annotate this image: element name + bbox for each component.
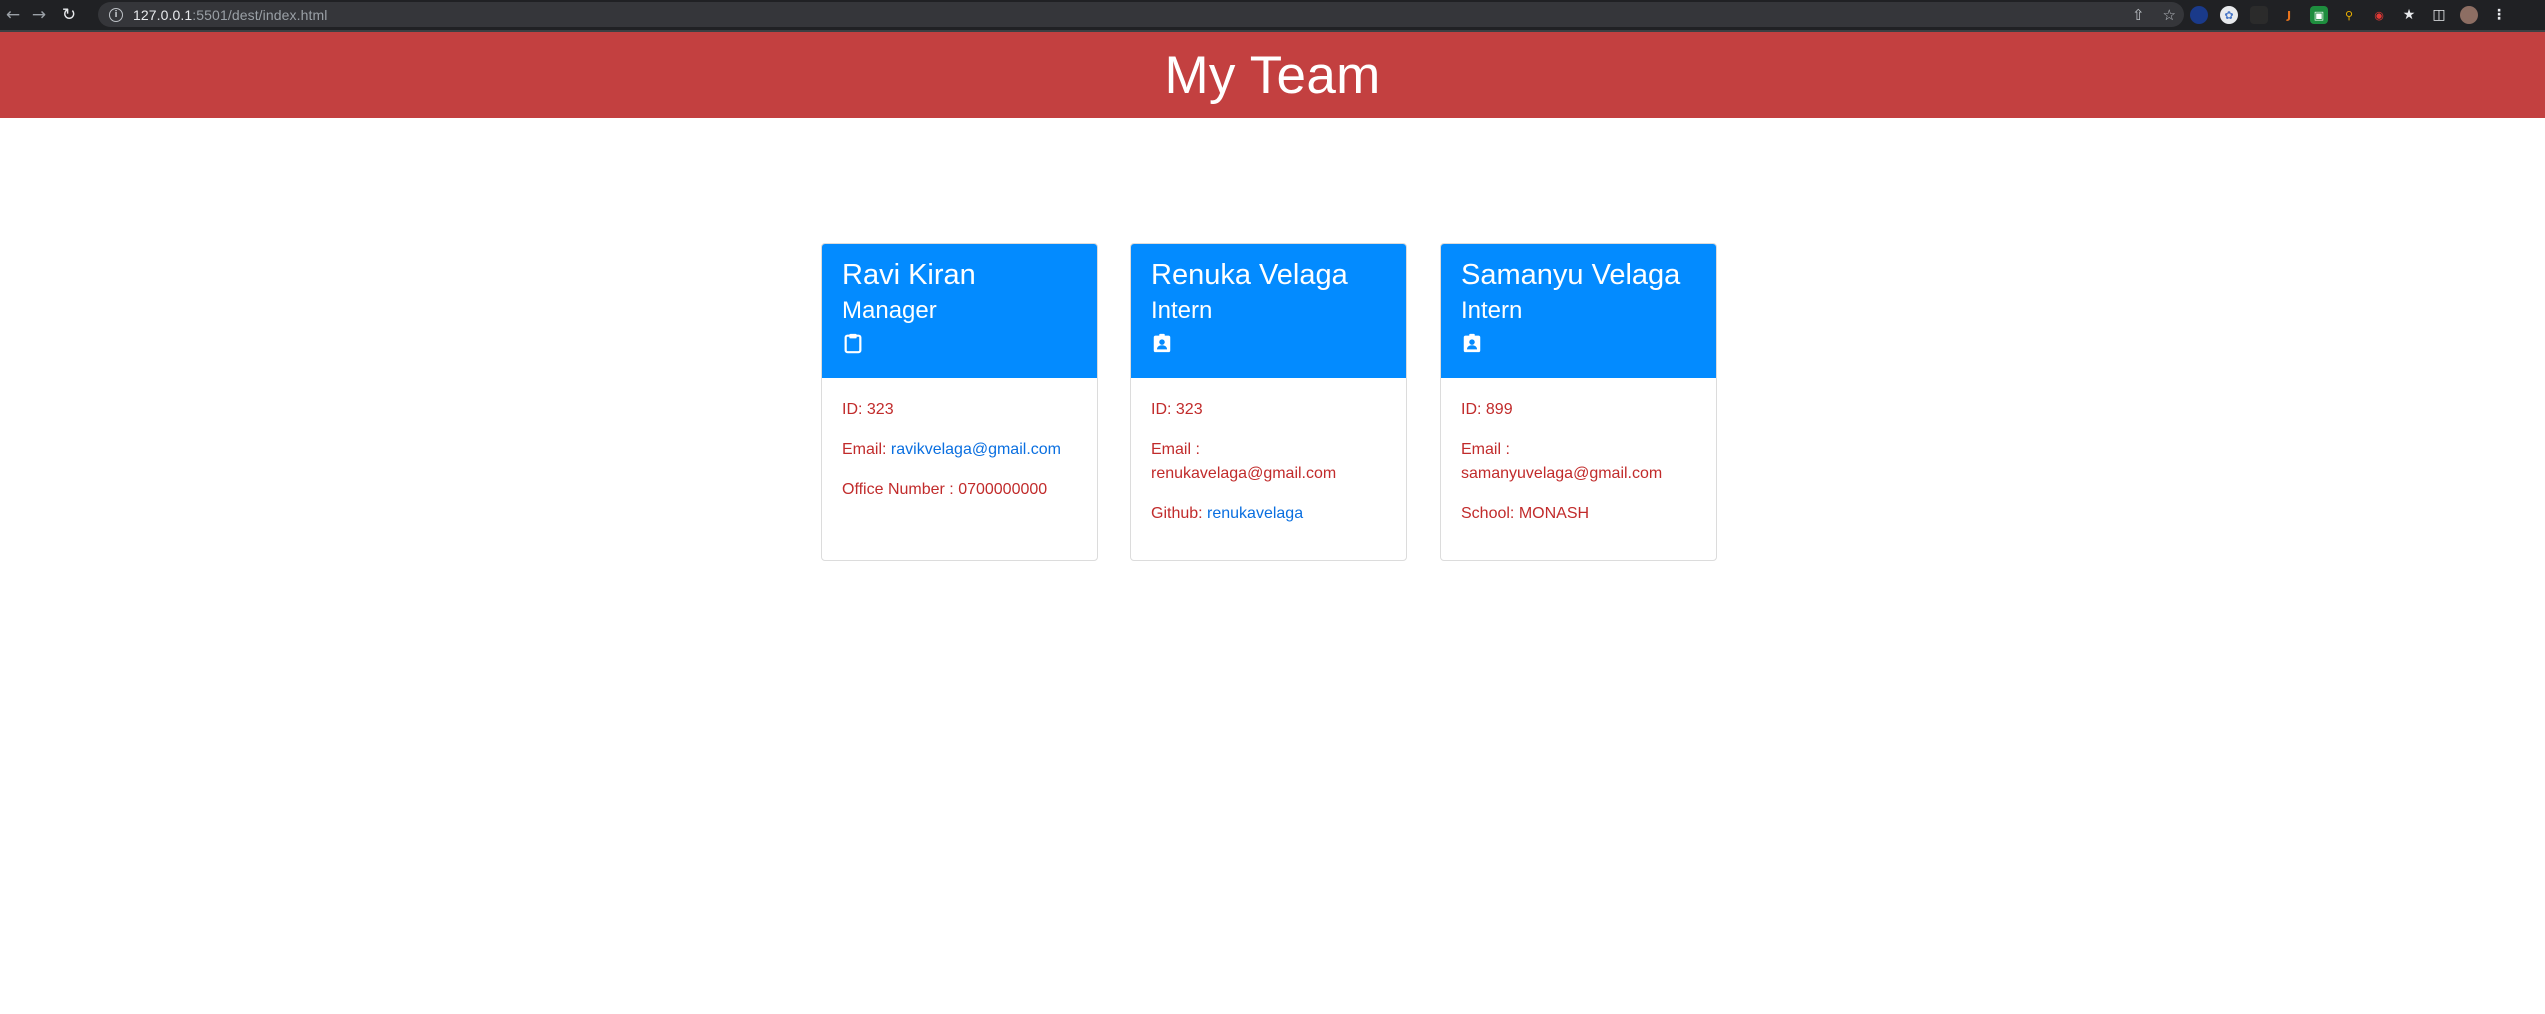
site-info-icon[interactable]: i [109, 7, 123, 22]
card-header: Ravi Kiran Manager [822, 244, 1097, 378]
employee-role: Manager [842, 297, 937, 324]
url-host: 127.0.0.1 [133, 6, 193, 23]
card-header: Samanyu Velaga Intern [1441, 244, 1716, 378]
school: School: MONASH [1461, 505, 1590, 522]
extension-globe-icon[interactable] [2190, 6, 2208, 24]
github-label: Github: [1151, 505, 1208, 522]
email-text: renukavelaga@gmail.com [1151, 465, 1337, 482]
id-badge-icon [1463, 333, 1481, 353]
employee-card-manager: Ravi Kiran Manager ID: 323 Email: ravikv… [821, 243, 1098, 561]
browser-toolbar: ← → ↻ i 127.0.0.1:5501/dest/index.html ⇧… [0, 0, 2545, 30]
extension-location-icon[interactable]: ⚲ [2340, 6, 2358, 24]
reload-icon[interactable]: ↻ [56, 2, 82, 28]
extension-square-icon[interactable] [2250, 6, 2268, 24]
extension-compass-icon[interactable]: ✿ [2220, 6, 2238, 24]
url-text[interactable]: 127.0.0.1:5501/dest/index.html [133, 7, 327, 23]
extensions-bar: ✿ J ▣ ⚲ ◉ ★ ◫ ⋮ [2190, 0, 2508, 30]
email-label: Email: [842, 441, 891, 458]
bookmark-star-icon[interactable]: ☆ [2163, 6, 2176, 24]
employee-name: Ravi Kiran [842, 259, 976, 291]
card-body: ID: 323 Email: ravikvelaga@gmail.com Off… [822, 378, 1097, 502]
browser-menu-icon[interactable]: ⋮ [2490, 6, 2508, 24]
extension-sheet-icon[interactable]: ▣ [2310, 6, 2328, 24]
profile-avatar-icon[interactable] [2460, 6, 2478, 24]
card-body: ID: 323 Email : renukavelaga@gmail.com Gi… [1131, 378, 1406, 526]
employee-card-intern: Renuka Velaga Intern ID: 323 Email : renu… [1130, 243, 1407, 561]
email-label: Email : [1151, 441, 1200, 458]
employee-name: Samanyu Velaga [1461, 259, 1681, 291]
id-badge-icon [1153, 333, 1171, 353]
side-panel-icon[interactable]: ◫ [2430, 6, 2448, 24]
email-text: samanyuvelaga@gmail.com [1461, 465, 1663, 482]
email-link[interactable]: ravikvelaga@gmail.com [891, 441, 1061, 458]
employee-email-row: Email : renukavelaga@gmail.com [1151, 438, 1386, 486]
share-icon[interactable]: ⇧ [2132, 6, 2145, 24]
employee-name: Renuka Velaga [1151, 259, 1348, 291]
github-link[interactable]: renukavelaga [1207, 505, 1303, 522]
extensions-puzzle-icon[interactable]: ★ [2400, 6, 2418, 24]
employee-email-row: Email : samanyuvelaga@gmail.com [1461, 438, 1696, 486]
office-number: Office Number : 0700000000 [842, 481, 1048, 498]
employee-card-intern: Samanyu Velaga Intern ID: 899 Email : sam… [1440, 243, 1717, 561]
clipboard-icon [844, 333, 862, 354]
extension-record-icon[interactable]: ◉ [2370, 6, 2388, 24]
forward-arrow-icon[interactable]: → [26, 2, 52, 28]
github-row: Github: renukavelaga [1151, 502, 1386, 526]
employee-id: ID: 323 [1151, 401, 1203, 418]
extension-hook-icon[interactable]: J [2280, 6, 2298, 24]
employee-role: Intern [1151, 297, 1213, 324]
card-body: ID: 899 Email : samanyuvelaga@gmail.com S… [1441, 378, 1716, 526]
back-arrow-icon[interactable]: ← [0, 2, 26, 28]
employee-id: ID: 323 [842, 401, 894, 418]
card-header: Renuka Velaga Intern [1131, 244, 1406, 378]
page-title: My Team [1164, 45, 1381, 105]
page-header: My Team [0, 32, 2545, 118]
email-label: Email : [1461, 441, 1510, 458]
employee-role: Intern [1461, 297, 1523, 324]
employee-email-row: Email: ravikvelaga@gmail.com [842, 438, 1077, 462]
employee-id: ID: 899 [1461, 401, 1513, 418]
address-bar[interactable]: i 127.0.0.1:5501/dest/index.html ⇧ ☆ [98, 2, 2184, 27]
url-path: :5501/dest/index.html [192, 6, 328, 23]
